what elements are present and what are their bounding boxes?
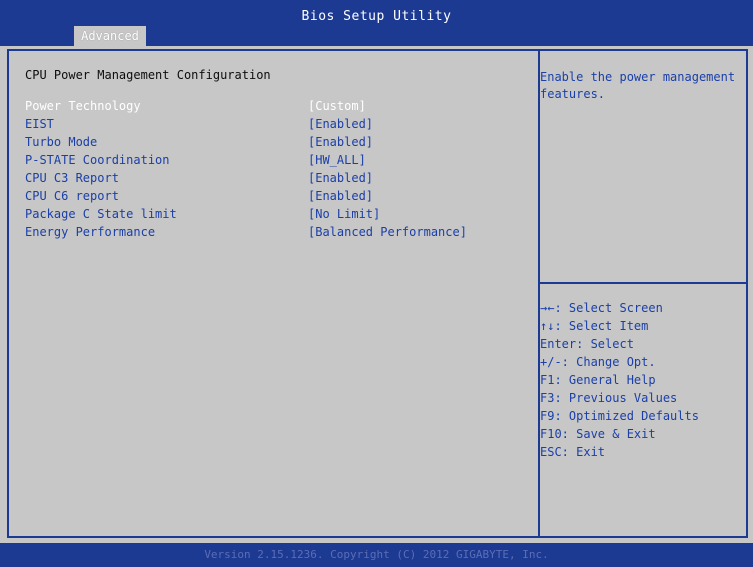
setting-energy-performance[interactable]: Energy Performance [Balanced Performance… [25, 223, 525, 241]
setting-value[interactable]: [HW_ALL] [308, 151, 366, 169]
key-legend: →←: Select Screen ↑↓: Select Item Enter:… [540, 299, 746, 461]
key-enter-select: Enter: Select [540, 337, 634, 351]
key-save-exit: F10: Save & Exit [540, 427, 656, 441]
key-esc-exit: ESC: Exit [540, 445, 606, 459]
setting-label: Energy Performance [25, 225, 156, 239]
tab-advanced-label: Advanced [81, 29, 139, 43]
setting-label: Turbo Mode [25, 135, 98, 149]
key-general-help: F1: General Help [540, 373, 656, 387]
section-title: CPU Power Management Configuration [25, 68, 271, 82]
key-select-screen: →←: Select Screen [540, 301, 663, 315]
setting-turbo-mode[interactable]: Turbo Mode [Enabled] [25, 133, 525, 151]
setting-label: CPU C6 report [25, 189, 119, 203]
settings-list: Power Technology [Custom] EIST [Enabled]… [25, 97, 525, 241]
setting-label: EIST [25, 117, 54, 131]
setting-value[interactable]: [Enabled] [308, 133, 373, 151]
content-frame: CPU Power Management Configuration Power… [7, 49, 748, 538]
key-optimized-defaults: F9: Optimized Defaults [540, 409, 699, 423]
setting-label: Package C State limit [25, 207, 177, 221]
setting-package-c-state-limit[interactable]: Package C State limit [No Limit] [25, 205, 525, 223]
setting-label: Power Technology [25, 99, 141, 113]
setting-cpu-c6-report[interactable]: CPU C6 report [Enabled] [25, 187, 525, 205]
setting-cpu-c3-report[interactable]: CPU C3 Report [Enabled] [25, 169, 525, 187]
setting-p-state-coordination[interactable]: P-STATE Coordination [HW_ALL] [25, 151, 525, 169]
setting-eist[interactable]: EIST [Enabled] [25, 115, 525, 133]
footer-version: Version 2.15.1236. Copyright (C) 2012 GI… [0, 543, 753, 567]
key-select-item: ↑↓: Select Item [540, 319, 649, 333]
title-bar: Bios Setup Utility Advanced [0, 0, 753, 46]
setting-value[interactable]: [Enabled] [308, 115, 373, 133]
help-divider [540, 282, 746, 284]
setting-value[interactable]: [Balanced Performance] [308, 223, 467, 241]
key-previous-values: F3: Previous Values [540, 391, 678, 405]
key-change-option: +/-: Change Opt. [540, 355, 656, 369]
setting-value[interactable]: [No Limit] [308, 205, 380, 223]
help-description: Enable the power management features. [540, 70, 736, 101]
setting-value[interactable]: [Enabled] [308, 187, 373, 205]
setting-power-technology[interactable]: Power Technology [Custom] [25, 97, 525, 115]
tab-advanced[interactable]: Advanced [74, 26, 146, 46]
panel-divider [538, 51, 540, 536]
setting-label: P-STATE Coordination [25, 153, 170, 167]
setting-label: CPU C3 Report [25, 171, 119, 185]
main-panel: CPU Power Management Configuration Power… [0, 46, 753, 543]
app-title: Bios Setup Utility [301, 9, 452, 24]
setting-value[interactable]: [Custom] [308, 97, 366, 115]
setting-value[interactable]: [Enabled] [308, 169, 373, 187]
